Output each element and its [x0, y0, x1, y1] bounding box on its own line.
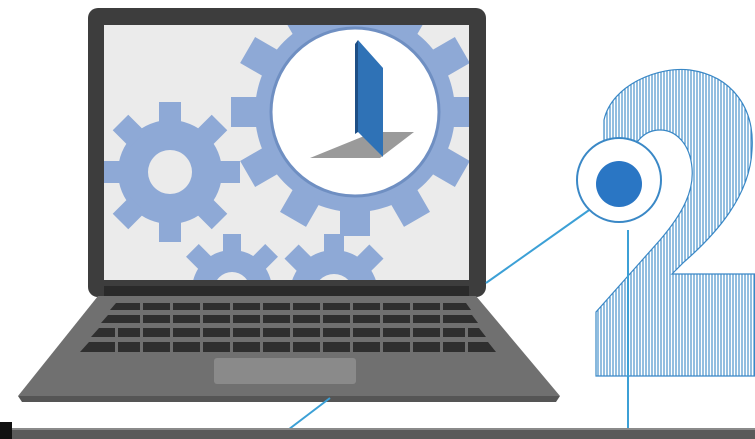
callout-dot-icon — [596, 161, 642, 207]
laptop-base-edge — [18, 396, 560, 402]
bottom-left-marker — [0, 422, 12, 439]
illustration-scene — [0, 0, 755, 439]
bottom-baseline-highlight — [0, 428, 755, 430]
laptop-trackpad — [214, 358, 356, 384]
laptop-illustration — [0, 8, 755, 439]
laptop — [18, 8, 560, 402]
gear-left-icon — [104, 102, 240, 242]
laptop-hinge — [104, 286, 469, 296]
clock-hand-edge — [355, 40, 358, 134]
